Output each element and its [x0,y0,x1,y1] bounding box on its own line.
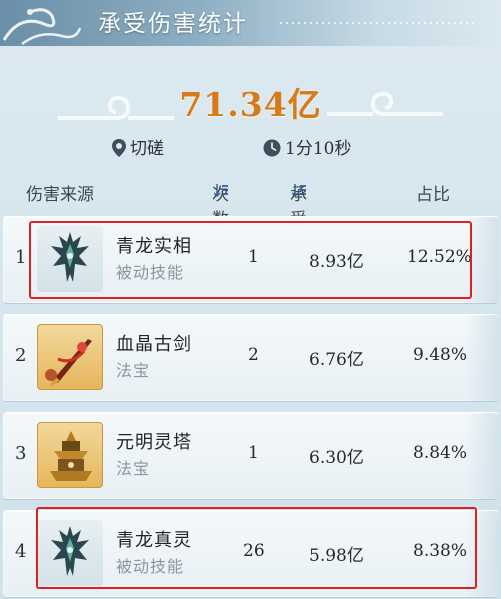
table-header: 伤害来源 次数 承受伤害 占比 [0,180,501,280]
damage-share: 9.48% [413,345,468,365]
row-rank: 2 [15,345,27,366]
source-name: 血晶古剑 [116,334,192,355]
cloud-ornament-icon [2,8,82,45]
source-type: 法宝 [116,361,151,380]
damage-value: 6.30亿 [309,448,364,468]
location-pin-icon [112,139,126,157]
row-rank: 3 [15,443,27,464]
hit-count: 1 [248,443,259,463]
table-row[interactable]: 3 元明灵塔 法宝 1 6.30亿 8.84% [3,412,499,500]
hit-count: 2 [248,345,259,365]
battle-duration: 1分10秒 [263,134,351,159]
row-rank: 4 [15,541,27,562]
clock-icon [263,139,281,157]
location-text: 切磋 [130,139,164,159]
column-share: 占比 [416,185,450,205]
total-damage: 71.34亿 [179,85,322,124]
page-title: 承受伤害统计 [98,11,248,37]
row-edge [465,413,499,499]
blood-crystal-sword-icon [37,324,103,390]
source-type: 法宝 [116,459,151,478]
spirit-pagoda-icon [37,422,103,488]
column-source: 伤害来源 [26,185,94,205]
source-name: 元明灵塔 [116,432,192,453]
column-count[interactable]: 次数 [212,180,229,230]
row-rank: 1 [15,247,27,268]
duration-text: 1分10秒 [285,139,352,159]
highlight-box [36,507,477,589]
battle-location: 切磋 [112,134,164,159]
row-edge [465,315,499,401]
title-dotted-line [278,22,478,24]
highlight-box [29,221,472,299]
damage-value: 6.76亿 [309,350,364,370]
column-damage[interactable]: 承受伤害 [290,180,307,280]
table-row[interactable]: 2 血晶古剑 法宝 2 6.76亿 9.48% [3,314,499,402]
damage-share: 8.84% [413,443,468,463]
title-banner: 承受伤害统计 [0,0,501,46]
